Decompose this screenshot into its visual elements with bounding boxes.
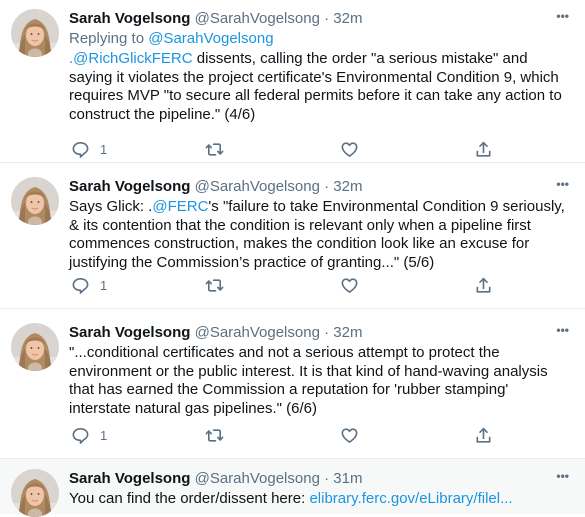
separator-dot: · [324, 10, 330, 27]
share-button[interactable] [474, 139, 493, 159]
tweet-text: You can find the order/dissent here: eli… [69, 490, 571, 509]
author-handle[interactable]: @SarahVogelsong [195, 324, 320, 341]
retweet-button[interactable] [205, 275, 224, 295]
share-icon [476, 427, 491, 443]
retweet-button[interactable] [205, 139, 224, 159]
retweet-icon [205, 428, 224, 442]
reply-icon [72, 427, 89, 444]
more-horizontal-icon[interactable]: ••• [556, 323, 569, 337]
reply-icon [72, 277, 89, 294]
tweet-actions: 1 [69, 139, 571, 159]
like-button[interactable] [340, 139, 359, 159]
tweet-text: Says Glick: .@FERC's "failure to take En… [69, 198, 571, 272]
tweet-body: You can find the order/dissent here: [69, 490, 310, 507]
tweet[interactable]: Sarah Vogelsong @SarahVogelsong · 32m ••… [0, 163, 585, 309]
like-icon [341, 277, 358, 293]
tweet-actions: 1 [69, 275, 571, 295]
share-icon [476, 141, 491, 157]
author-name[interactable]: Sarah Vogelsong [69, 324, 190, 341]
separator-dot: · [324, 178, 330, 195]
author-handle[interactable]: @SarahVogelsong [195, 10, 320, 27]
avatar[interactable] [11, 9, 59, 57]
like-button[interactable] [340, 425, 359, 445]
avatar[interactable] [11, 177, 59, 225]
tweet-body: "...conditional certificates and not a s… [69, 344, 548, 417]
timestamp[interactable]: 31m [333, 470, 362, 487]
avatar[interactable] [11, 323, 59, 371]
share-button[interactable] [474, 275, 493, 295]
author-name[interactable]: Sarah Vogelsong [69, 10, 190, 27]
author-name[interactable]: Sarah Vogelsong [69, 178, 190, 195]
timestamp[interactable]: 32m [333, 324, 362, 341]
separator-dot: · [324, 324, 330, 341]
more-horizontal-icon[interactable]: ••• [556, 177, 569, 191]
like-icon [341, 141, 358, 157]
reply-count: 1 [100, 427, 108, 443]
share-button[interactable] [474, 425, 493, 445]
reply-button[interactable]: 1 [71, 425, 107, 445]
tweet[interactable]: Sarah Vogelsong @SarahVogelsong · 32m ••… [0, 309, 585, 459]
tweet-text: "...conditional certificates and not a s… [69, 344, 571, 418]
external-link[interactable]: elibrary.ferc.gov/eLibrary/filel... [309, 490, 512, 507]
tweet-actions: 1 [69, 425, 571, 445]
separator-dot: · [324, 470, 330, 487]
replying-to-handle[interactable]: @SarahVogelsong [148, 30, 273, 47]
timestamp[interactable]: 32m [333, 178, 362, 195]
more-horizontal-icon[interactable]: ••• [556, 9, 569, 23]
avatar[interactable] [11, 469, 59, 517]
more-horizontal-icon[interactable]: ••• [556, 469, 569, 483]
share-icon [476, 277, 491, 293]
reply-button[interactable]: 1 [71, 139, 107, 159]
mention-link[interactable]: @FERC [152, 198, 208, 215]
tweet-text: .@RichGlickFERC dissents, calling the or… [69, 50, 571, 124]
retweet-button[interactable] [205, 425, 224, 445]
like-button[interactable] [340, 275, 359, 295]
author-name[interactable]: Sarah Vogelsong [69, 470, 190, 487]
like-icon [341, 427, 358, 443]
author-handle[interactable]: @SarahVogelsong [195, 470, 320, 487]
mention-link[interactable]: .@RichGlickFERC [69, 50, 193, 67]
tweet[interactable]: Sarah Vogelsong @SarahVogelsong · 32m ••… [0, 0, 585, 163]
replying-to: Replying to @SarahVogelsong [69, 30, 274, 47]
reply-icon [72, 141, 89, 158]
reply-button[interactable]: 1 [71, 275, 107, 295]
reply-count: 1 [100, 141, 108, 157]
retweet-icon [205, 278, 224, 292]
author-handle[interactable]: @SarahVogelsong [195, 178, 320, 195]
tweet[interactable]: Sarah Vogelsong @SarahVogelsong · 31m ••… [0, 459, 585, 514]
timestamp[interactable]: 32m [333, 10, 362, 27]
retweet-icon [205, 142, 224, 156]
reply-count: 1 [100, 277, 108, 293]
tweet-body-prefix: Says Glick: . [69, 198, 153, 215]
